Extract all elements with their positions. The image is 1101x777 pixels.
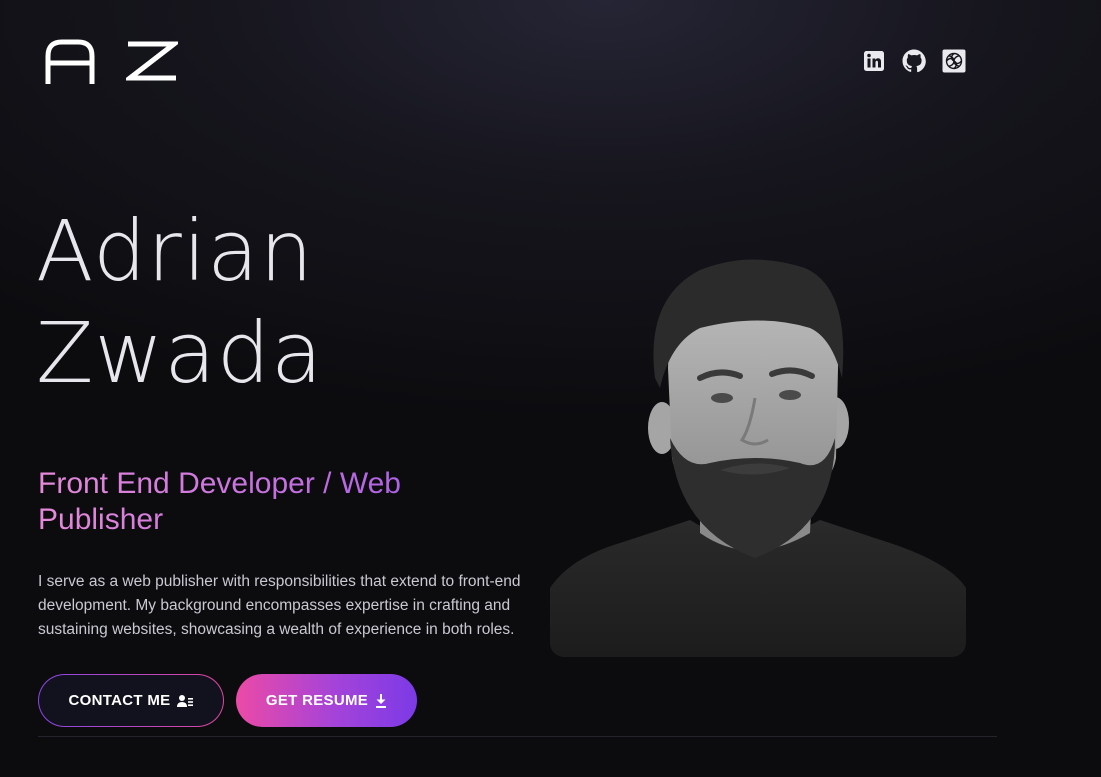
hero-description: I serve as a web publisher with responsi… [38, 573, 521, 638]
section-divider [38, 736, 997, 737]
get-resume-button[interactable]: GET RESUME [236, 674, 417, 727]
logo-letter-a-icon [45, 39, 95, 84]
site-logo[interactable] [44, 38, 178, 84]
github-icon[interactable] [902, 49, 926, 73]
download-icon [376, 693, 387, 708]
hero-first-name: Adrian [36, 202, 314, 300]
social-links [862, 49, 966, 73]
contact-me-label: CONTACT ME [68, 692, 171, 709]
hero-name: Adrian Zwada [36, 200, 324, 404]
profile-photo [550, 258, 966, 657]
codesandbox-icon[interactable] [942, 49, 966, 73]
user-list-icon [177, 694, 194, 707]
logo-letter-z-icon [126, 41, 178, 81]
hero-last-name: Zwada [36, 304, 324, 402]
hero-role: Front End Developer / Web Publisher [38, 466, 458, 538]
linkedin-icon[interactable] [862, 49, 886, 73]
contact-me-button[interactable]: CONTACT ME [38, 674, 224, 727]
get-resume-label: GET RESUME [265, 692, 369, 709]
